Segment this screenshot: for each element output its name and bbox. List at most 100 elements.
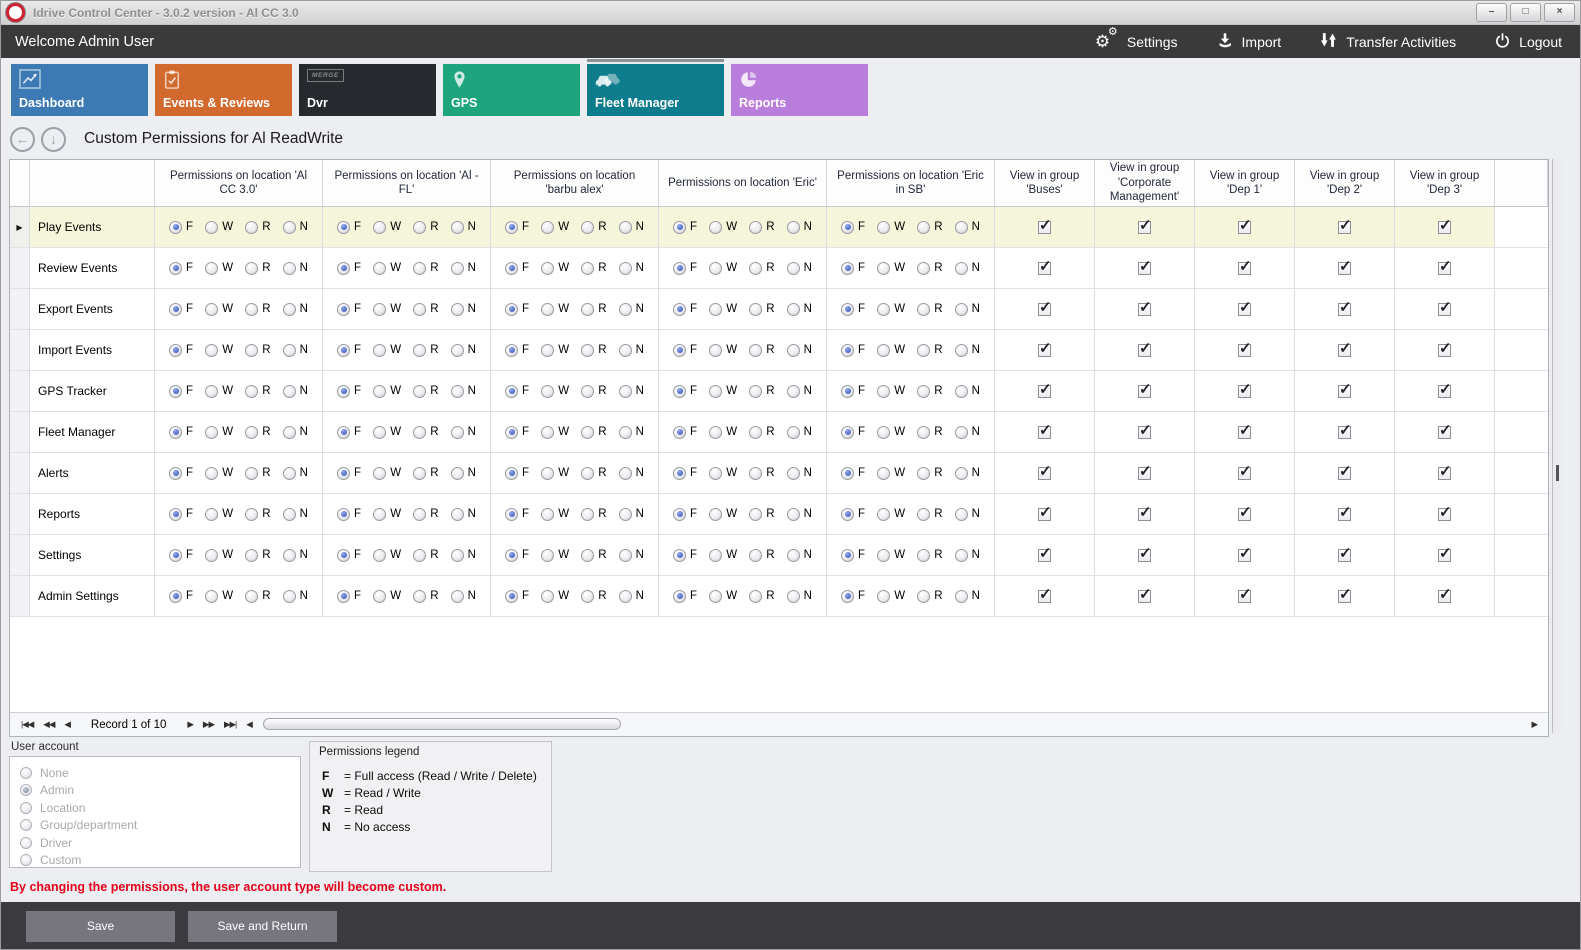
radio-option-n[interactable]: N [451, 221, 476, 234]
user-account-option-custom[interactable]: Custom [20, 852, 300, 870]
radio-option-n[interactable]: N [619, 467, 644, 480]
radio-option-n[interactable]: N [283, 549, 308, 562]
radio-option-f[interactable]: F [841, 221, 865, 234]
table-row[interactable]: Review EventsFWRNFWRNFWRNFWRNFWRN [10, 248, 1548, 289]
view-group-checkbox[interactable] [1338, 303, 1351, 316]
radio-option-f[interactable]: F [337, 508, 361, 521]
vscroll-thumb[interactable] [1556, 465, 1559, 481]
radio-option-w[interactable]: W [709, 303, 737, 316]
table-row[interactable]: ▶Play EventsFWRNFWRNFWRNFWRNFWRN [10, 207, 1548, 248]
radio-option-n[interactable]: N [283, 344, 308, 357]
radio-option-w[interactable]: W [205, 467, 233, 480]
view-group-checkbox[interactable] [1438, 221, 1451, 234]
radio-option-r[interactable]: R [245, 590, 270, 603]
radio-option-r[interactable]: R [917, 262, 942, 275]
view-group-checkbox[interactable] [1438, 426, 1451, 439]
view-group-checkbox[interactable] [1238, 426, 1251, 439]
view-group-checkbox[interactable] [1038, 262, 1051, 275]
hscroll-right-arrow[interactable]: ▶ [1526, 719, 1542, 730]
radio-option-w[interactable]: W [709, 262, 737, 275]
table-row[interactable]: GPS TrackerFWRNFWRNFWRNFWRNFWRN [10, 371, 1548, 412]
table-row[interactable]: Export EventsFWRNFWRNFWRNFWRNFWRN [10, 289, 1548, 330]
radio-option-n[interactable]: N [955, 303, 980, 316]
radio-option-w[interactable]: W [709, 385, 737, 398]
radio-option-n[interactable]: N [283, 262, 308, 275]
radio-option-w[interactable]: W [541, 221, 569, 234]
radio-option-f[interactable]: F [337, 385, 361, 398]
radio-option-r[interactable]: R [749, 344, 774, 357]
radio-option-f[interactable]: F [673, 262, 697, 275]
radio-option-r[interactable]: R [917, 303, 942, 316]
table-row[interactable]: Import EventsFWRNFWRNFWRNFWRNFWRN [10, 330, 1548, 371]
radio-option-r[interactable]: R [245, 549, 270, 562]
view-group-checkbox[interactable] [1438, 590, 1451, 603]
radio-option-r[interactable]: R [245, 262, 270, 275]
radio-option-f[interactable]: F [841, 426, 865, 439]
radio-option-f[interactable]: F [841, 467, 865, 480]
radio-option-f[interactable]: F [673, 467, 697, 480]
maximize-button[interactable]: □ [1510, 3, 1541, 22]
radio-option-f[interactable]: F [337, 426, 361, 439]
view-group-checkbox[interactable] [1438, 467, 1451, 480]
view-group-checkbox[interactable] [1338, 508, 1351, 521]
radio-option-n[interactable]: N [787, 467, 812, 480]
radio-option-n[interactable]: N [619, 385, 644, 398]
radio-option-r[interactable]: R [917, 385, 942, 398]
radio-option-w[interactable]: W [541, 590, 569, 603]
radio-option-r[interactable]: R [245, 467, 270, 480]
save-and-return-button[interactable]: Save and Return [188, 911, 337, 942]
radio-option-w[interactable]: W [877, 590, 905, 603]
view-group-checkbox[interactable] [1138, 262, 1151, 275]
radio-option-n[interactable]: N [955, 426, 980, 439]
radio-option-n[interactable]: N [451, 508, 476, 521]
radio-option-w[interactable]: W [205, 303, 233, 316]
view-group-checkbox[interactable] [1438, 508, 1451, 521]
radio-option-f[interactable]: F [505, 508, 529, 521]
radio-option-f[interactable]: F [841, 262, 865, 275]
radio-option-w[interactable]: W [373, 262, 401, 275]
view-group-checkbox[interactable] [1138, 467, 1151, 480]
radio-option-n[interactable]: N [787, 262, 812, 275]
view-group-checkbox[interactable] [1138, 590, 1151, 603]
radio-option-r[interactable]: R [917, 426, 942, 439]
radio-option-w[interactable]: W [709, 590, 737, 603]
radio-option-f[interactable]: F [505, 590, 529, 603]
radio-option-r[interactable]: R [413, 344, 438, 357]
view-group-checkbox[interactable] [1338, 385, 1351, 398]
view-group-checkbox[interactable] [1038, 221, 1051, 234]
radio-option-f[interactable]: F [169, 221, 193, 234]
tab-gps[interactable]: GPS [443, 64, 580, 116]
radio-option-w[interactable]: W [877, 549, 905, 562]
radio-option-f[interactable]: F [505, 221, 529, 234]
radio-option-w[interactable]: W [205, 549, 233, 562]
nav-first-button[interactable]: |◀◀ [16, 719, 38, 730]
radio-option-n[interactable]: N [955, 262, 980, 275]
radio-option-w[interactable]: W [373, 590, 401, 603]
radio-option-n[interactable]: N [451, 385, 476, 398]
user-account-option-none[interactable]: None [20, 764, 300, 782]
radio-option-n[interactable]: N [451, 344, 476, 357]
radio-option-w[interactable]: W [205, 426, 233, 439]
radio-option-r[interactable]: R [413, 385, 438, 398]
user-account-option-driver[interactable]: Driver [20, 834, 300, 852]
view-group-checkbox[interactable] [1338, 426, 1351, 439]
nav-next-button[interactable]: ▶ [182, 719, 198, 730]
import-button[interactable]: Import [1216, 31, 1282, 52]
radio-option-n[interactable]: N [787, 549, 812, 562]
radio-option-f[interactable]: F [505, 549, 529, 562]
radio-option-n[interactable]: N [955, 385, 980, 398]
nav-last-button[interactable]: ▶▶| [219, 719, 241, 730]
radio-option-n[interactable]: N [283, 590, 308, 603]
radio-option-r[interactable]: R [245, 344, 270, 357]
view-group-checkbox[interactable] [1038, 508, 1051, 521]
radio-option-n[interactable]: N [283, 221, 308, 234]
radio-option-r[interactable]: R [581, 385, 606, 398]
radio-option-r[interactable]: R [917, 221, 942, 234]
radio-option-f[interactable]: F [337, 262, 361, 275]
radio-option-r[interactable]: R [245, 385, 270, 398]
radio-option-w[interactable]: W [877, 467, 905, 480]
radio-option-f[interactable]: F [505, 303, 529, 316]
radio-option-n[interactable]: N [787, 303, 812, 316]
radio-option-f[interactable]: F [673, 344, 697, 357]
radio-option-r[interactable]: R [917, 549, 942, 562]
